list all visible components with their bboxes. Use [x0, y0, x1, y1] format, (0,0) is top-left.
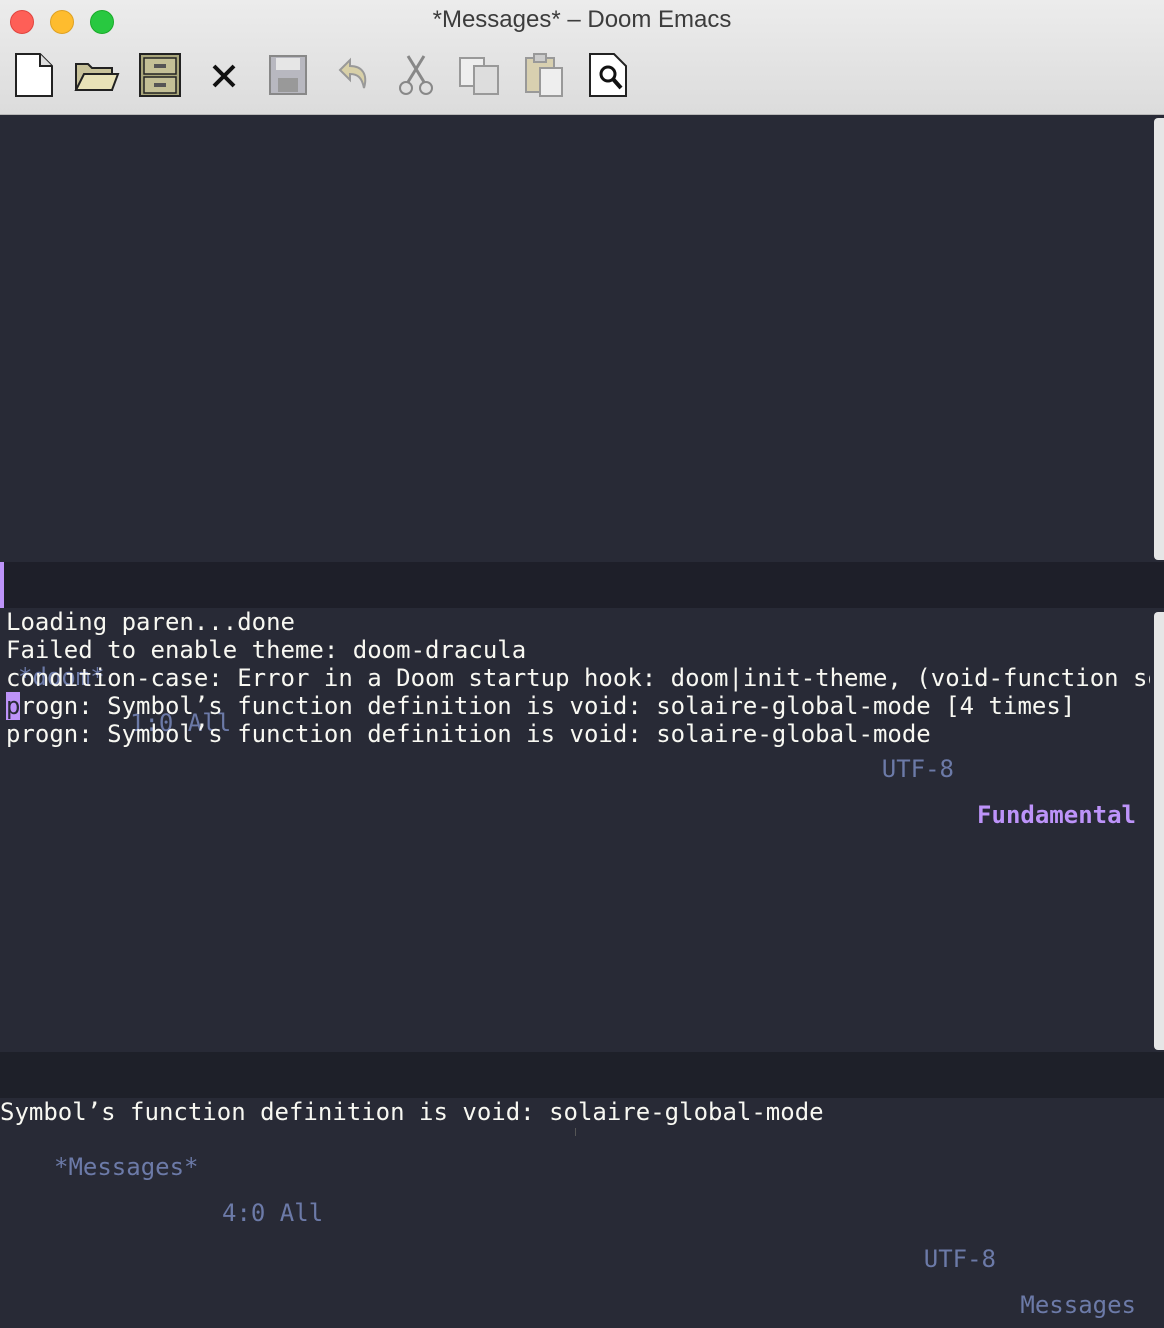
- divider: [575, 1128, 576, 1136]
- message-line: progn: Symbol’s function definition is v…: [6, 720, 931, 748]
- messages-buffer[interactable]: Loading paren...done Failed to enable th…: [0, 608, 1150, 1052]
- new-file-icon[interactable]: [10, 50, 58, 100]
- minibuffer[interactable]: Symbol’s function definition is void: so…: [0, 1098, 1164, 1136]
- encoding[interactable]: UTF-8: [924, 1236, 996, 1282]
- active-window-indicator: [0, 562, 4, 608]
- copy-icon: [456, 50, 504, 100]
- buffer-name[interactable]: *Messages*: [54, 1144, 199, 1190]
- open-folder-icon[interactable]: [72, 50, 120, 100]
- text-cursor: p: [6, 692, 21, 720]
- title-bar: *Messages* – Doom Emacs: [0, 0, 1164, 115]
- close-x-icon[interactable]: [200, 50, 248, 100]
- cursor-position: 4:0 All: [222, 1199, 324, 1227]
- echo-area-message: Symbol’s function definition is void: so…: [0, 1098, 824, 1126]
- message-line: Failed to enable theme: doom-dracula: [6, 636, 527, 664]
- major-mode[interactable]: Messages: [1020, 1282, 1136, 1328]
- undo-icon: [328, 50, 376, 100]
- paste-icon: [520, 50, 568, 100]
- cut-icon: [392, 50, 440, 100]
- message-line: condition-case: Error in a Doom startup …: [6, 664, 1150, 692]
- message-line: progn: Symbol’s function definition is v…: [6, 692, 1075, 720]
- save-icon: [264, 50, 312, 100]
- message-text: rogn: Symbol’s function definition is vo…: [20, 692, 1076, 720]
- lock-icon: [14, 1060, 96, 1135]
- message-line: Loading paren...done: [6, 608, 295, 636]
- doom-buffer-window[interactable]: [0, 115, 1150, 562]
- bottom-scrollbar[interactable]: [1154, 612, 1164, 1050]
- top-modeline: *doom* 1:0 All UTF-8 Fundamental: [0, 562, 1164, 829]
- file-cabinet-icon[interactable]: [136, 50, 184, 100]
- search-icon[interactable]: [584, 50, 632, 100]
- bottom-modeline: *Messages* 4:0 All UTF-8 Messages: [0, 1052, 1164, 1319]
- top-scrollbar[interactable]: [1154, 118, 1164, 560]
- window-title: *Messages* – Doom Emacs: [432, 6, 732, 33]
